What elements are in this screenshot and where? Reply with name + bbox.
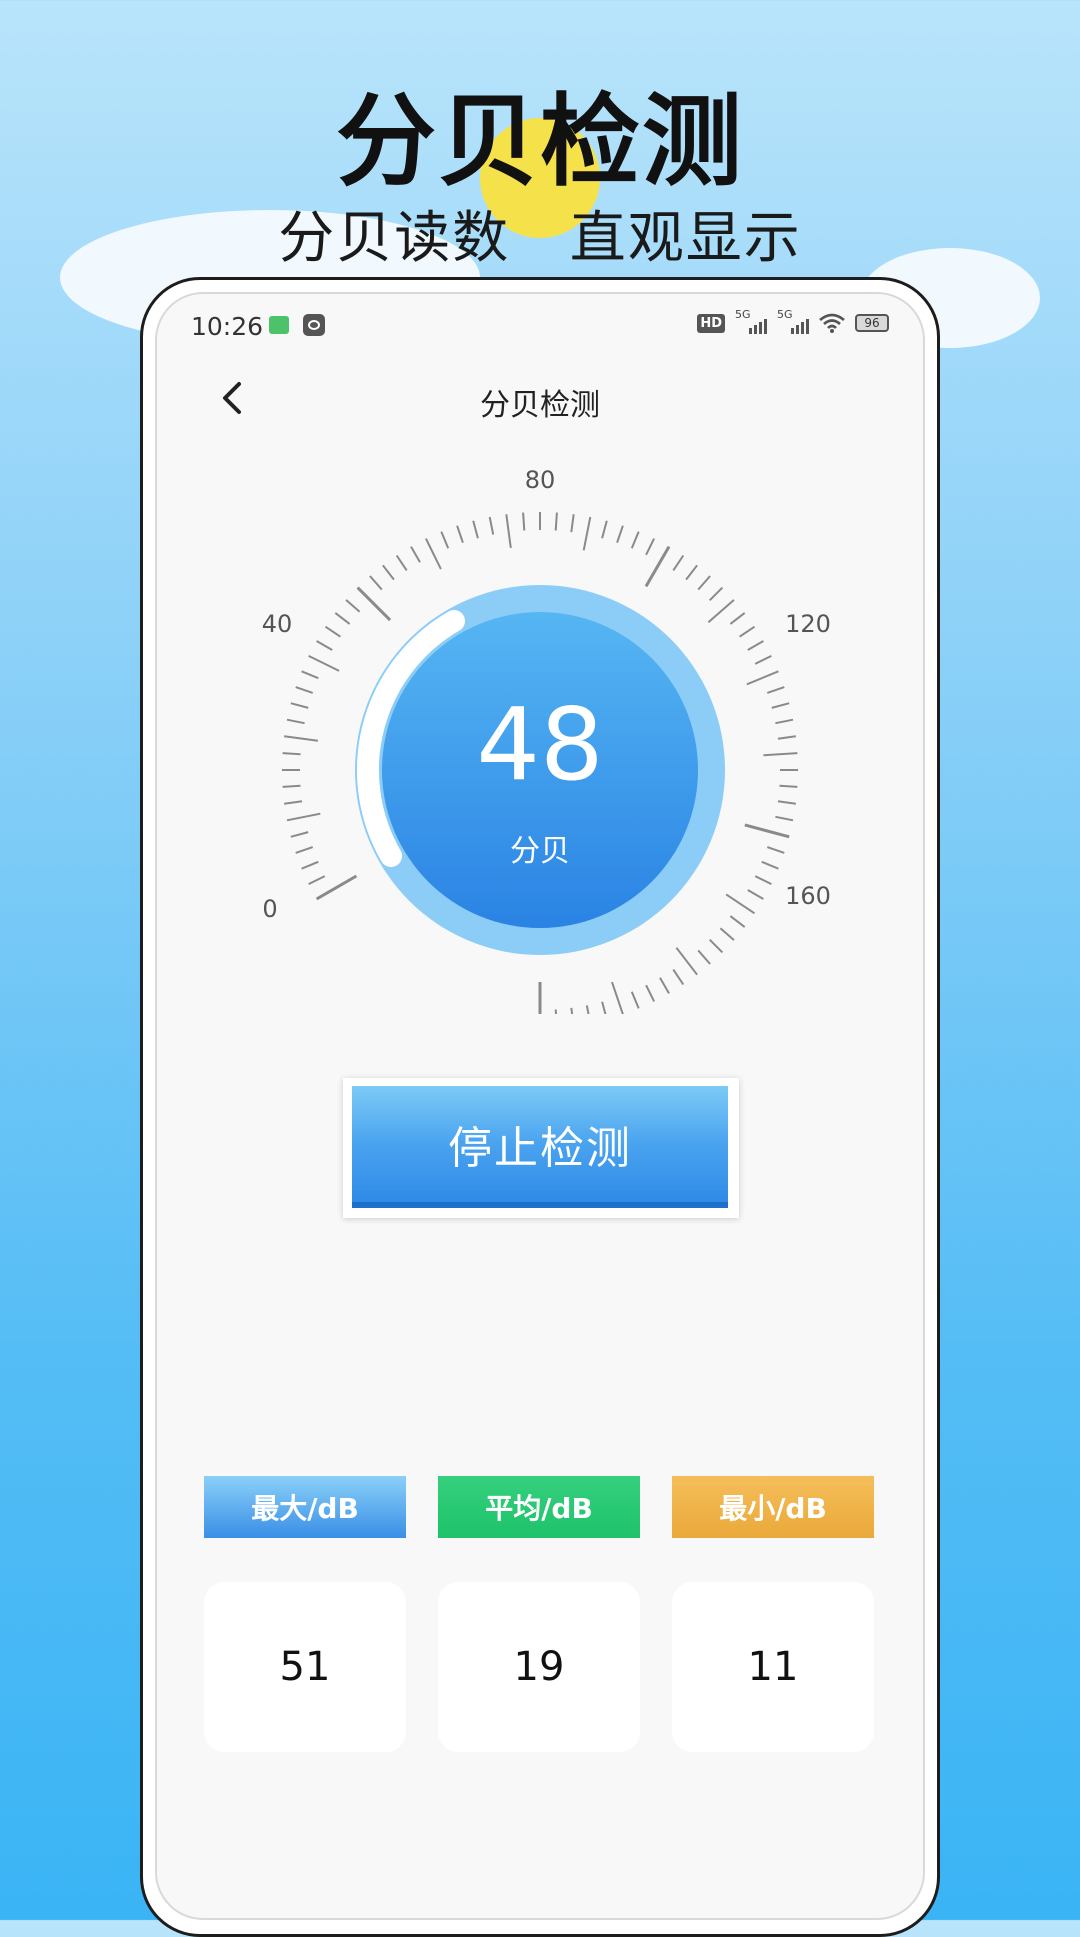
gauge-tick [746, 670, 779, 686]
gauge-tick [697, 949, 711, 965]
gauge-tick [697, 575, 711, 591]
gauge-tick [295, 686, 314, 694]
gauge-tick [611, 981, 624, 1014]
gauge-tick [729, 915, 746, 928]
gauge-tick [334, 612, 351, 625]
gauge-tick [505, 514, 512, 549]
gauge-tick [488, 516, 495, 535]
gauge-tick [777, 800, 796, 805]
decibel-gauge: 0 40 80 120 160 [262, 466, 831, 1014]
gauge-tick [316, 640, 333, 651]
gauge-tick [766, 686, 785, 694]
average-value-card: 19 [438, 1582, 640, 1752]
gauge-tick [286, 812, 321, 822]
gauge-tick [754, 875, 772, 885]
gauge-tick [729, 612, 746, 625]
gauge-tick [290, 702, 309, 709]
gauge-tick [554, 1009, 558, 1014]
gauge-tick [659, 977, 670, 994]
gauge-tick [284, 735, 319, 742]
gauge-tick [345, 599, 361, 613]
stop-detection-button[interactable]: 停止检测 [352, 1086, 728, 1208]
gauge-tick [440, 531, 450, 549]
decibel-reading: 48 [476, 686, 604, 803]
gauge-tick [708, 586, 724, 602]
gauge-tick [763, 752, 798, 757]
gauge-tick [761, 860, 779, 870]
gauge-tick [601, 1001, 607, 1014]
gauge-tick [324, 625, 341, 638]
gauge-tick [777, 735, 796, 740]
scale-label-40: 40 [262, 610, 293, 638]
gauge-tick [286, 718, 305, 725]
gauge-tick [744, 823, 790, 839]
gauge-tick [708, 938, 724, 954]
gauge-tick [425, 538, 442, 570]
app-screen: 10:26 HD 5G 5G 96 分贝检测 0 40 80 120 160 4… [155, 292, 925, 1920]
gauge-tick [554, 512, 558, 531]
gauge-tick [630, 991, 640, 1009]
max-value-card: 51 [204, 1582, 406, 1752]
gauge-tick [290, 831, 309, 838]
gauge-tick [675, 947, 698, 976]
gauge-tick [719, 927, 735, 941]
gauge-tick [282, 752, 301, 756]
min-value-card: 11 [672, 1582, 874, 1752]
gauge-tick [295, 846, 314, 854]
gauge-tick [725, 893, 756, 915]
gauge-tick [775, 718, 794, 725]
gauge-tick [284, 800, 303, 805]
gauge-tick [766, 846, 785, 854]
min-label: 最小/dB [672, 1476, 874, 1538]
gauge-tick [382, 564, 395, 581]
gauge-tick [645, 538, 655, 556]
gauge-tick [522, 512, 526, 531]
gauge-tick [630, 531, 640, 549]
gauge-tick [301, 670, 319, 680]
gauge-tick [308, 655, 340, 672]
promo-subtitle: 分贝读数 直观显示 [278, 206, 802, 271]
gauge-tick [282, 784, 301, 788]
gauge-tick [570, 1007, 574, 1014]
gauge-tick [685, 564, 698, 581]
gauge-tick [775, 815, 794, 822]
gauge-tick [644, 545, 671, 588]
scale-label-0: 0 [262, 895, 277, 923]
gauge-tick [369, 575, 383, 591]
gauge-tick [616, 525, 624, 544]
gauge-tick [747, 640, 764, 651]
decibel-unit: 分贝 [510, 834, 570, 869]
gauge-tick [395, 554, 408, 571]
gauge-tick [308, 875, 326, 885]
max-label: 最大/dB [204, 1476, 406, 1538]
gauge-tick [582, 516, 592, 551]
gauge-tick [356, 586, 392, 622]
gauge-tick [672, 554, 685, 571]
scale-label-120: 120 [785, 610, 831, 638]
promo-title: 分贝检测 [336, 83, 744, 200]
gauge-tick [754, 655, 772, 665]
gauge-tick [301, 860, 319, 870]
gauge-tick [570, 514, 575, 533]
scale-label-160: 160 [785, 882, 831, 910]
gauge-tick [707, 599, 735, 624]
gauge-tick [601, 520, 608, 539]
scale-label-80: 80 [525, 466, 556, 494]
average-label: 平均/dB [438, 1476, 640, 1538]
gauge-tick [747, 889, 764, 900]
gauge-tick [645, 984, 655, 1002]
gauge-tick [410, 546, 421, 563]
gauge-tick [585, 1005, 590, 1014]
gauge-tick [771, 702, 790, 709]
gauge-tick [672, 969, 685, 986]
gauge-tick [456, 525, 464, 544]
gauge-tick [315, 874, 358, 901]
gauge-tick [779, 784, 798, 788]
gauge-tick [739, 625, 756, 638]
gauge-tick [472, 520, 479, 539]
